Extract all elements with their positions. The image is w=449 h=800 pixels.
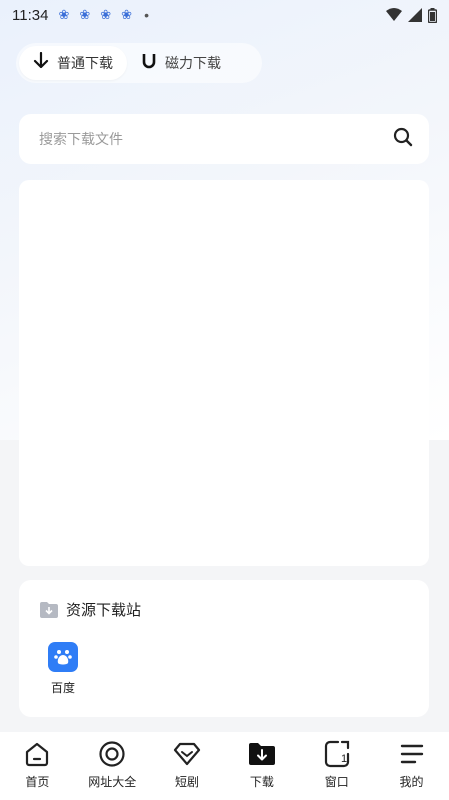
baidu-paw-icon: ❀ [100,7,112,22]
nav-label: 我的 [399,775,424,789]
site-label: 百度 [50,681,75,695]
wifi-icon [386,8,402,21]
tab-magnet-download[interactable]: 磁力下载 [127,46,235,80]
magnet-icon [141,52,157,75]
nav-item-home[interactable]: 首页 [5,740,69,790]
battery-icon [428,7,437,23]
resource-site-card: 资源下载站 百度 [19,580,429,717]
target-icon [98,740,126,768]
nav-item-windows[interactable]: 1 窗口 [305,740,369,790]
search-input[interactable] [37,130,393,148]
nav-label: 窗口 [324,775,349,789]
download-list-panel [19,180,429,566]
download-mode-tabs: 普通下载 磁力下载 [16,43,262,83]
resource-section-header: 资源下载站 [40,599,141,620]
nav-label: 短剧 [175,775,200,789]
baidu-paw-icon: ❀ [79,7,91,22]
diamond-icon [173,740,201,768]
tab-label: 磁力下载 [165,55,221,71]
download-arrow-icon [33,51,49,75]
window-count-badge: 1 [341,753,347,765]
tab-label: 普通下载 [57,55,113,71]
nav-item-mine[interactable]: 我的 [380,740,444,790]
menu-icon [398,740,426,768]
nav-item-short-drama[interactable]: 短剧 [155,740,219,790]
search-bar [19,114,429,164]
nav-label: 下载 [249,775,274,789]
nav-label: 首页 [25,775,50,789]
nav-label: 网址大全 [88,775,137,789]
baidu-paw-icon: ❀ [58,7,70,22]
status-bar: 11:34 ❀ ❀ ❀ ❀ • [0,0,449,30]
nav-item-download[interactable]: 下载 [230,740,294,790]
status-indicators [386,7,437,23]
more-dot: • [144,7,149,23]
signal-icon [408,8,422,22]
site-item-baidu[interactable]: 百度 [43,642,83,696]
folder-download-icon [40,601,58,618]
tab-normal-download[interactable]: 普通下载 [19,46,127,80]
search-icon[interactable] [393,127,413,152]
download-folder-icon [248,740,276,768]
window-icon: 1 [323,740,351,768]
status-time: 11:34 [12,6,49,24]
bottom-nav: 首页 网址大全 短剧 下载 1 窗口 我的 [0,732,449,800]
baidu-paw-icon [48,642,78,672]
baidu-paw-icon: ❀ [121,7,133,22]
home-icon [23,740,51,768]
resource-section-title: 资源下载站 [66,602,142,619]
nav-item-directory[interactable]: 网址大全 [80,740,144,790]
